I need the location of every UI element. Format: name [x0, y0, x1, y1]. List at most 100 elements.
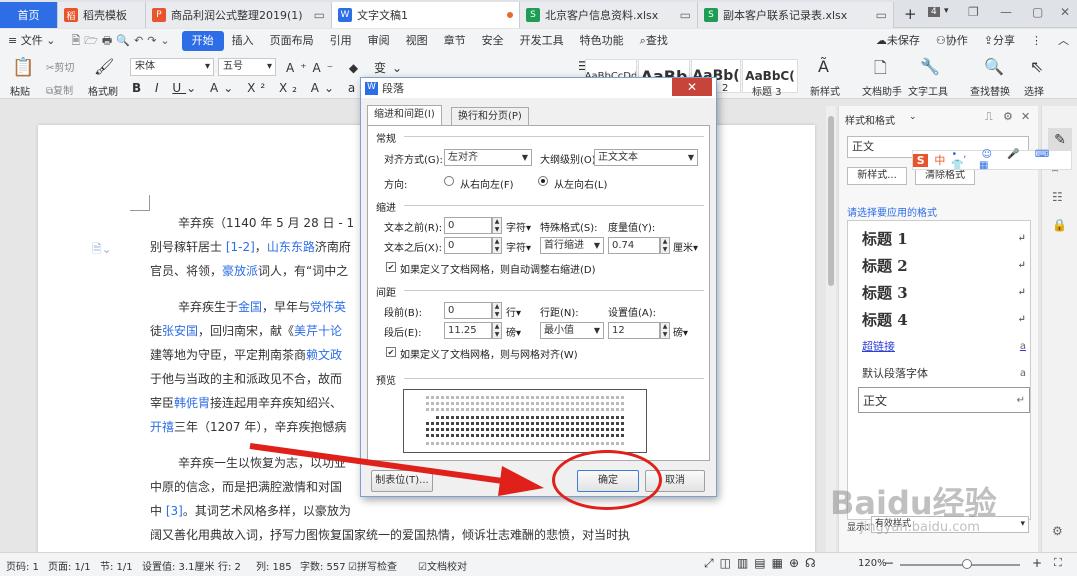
pin-icon[interactable]: ⎍	[985, 110, 993, 124]
zoom-slider-thumb[interactable]	[962, 559, 972, 569]
format-painter-icon[interactable]: 🖌	[94, 57, 114, 76]
minimize-icon[interactable]: —	[1000, 5, 1012, 19]
share-button[interactable]: ⇪分享	[976, 31, 1023, 51]
menu-chapter[interactable]: 章节	[436, 31, 474, 51]
unit-char[interactable]: 字符▾	[506, 219, 531, 234]
scrollbar-thumb[interactable]	[828, 116, 834, 286]
doc-link[interactable]: [1-2]	[226, 240, 255, 254]
tab-profit-formula[interactable]: P 商品利润公式整理2019(1) ▭	[146, 2, 332, 28]
doc-link[interactable]: 韩侂胄	[174, 396, 210, 410]
more-icon[interactable]: ⋮	[1023, 31, 1050, 51]
unit-char[interactable]: 字符▾	[506, 239, 531, 254]
status-page[interactable]: 页码: 1	[6, 558, 39, 573]
doc-assistant-button[interactable]: 文档助手	[862, 83, 902, 98]
before-input[interactable]: 0	[444, 302, 492, 319]
spinner-icon[interactable]: ▲ ▼	[660, 322, 670, 339]
unit-pt[interactable]: 磅▾	[506, 324, 521, 339]
view-mode-icons[interactable]: ⤢◫▥▤▦⊕☊	[704, 556, 822, 571]
tab-beijing-clients[interactable]: S 北京客户信息资料.xlsx ▭	[520, 2, 698, 28]
spinner-icon[interactable]: ▲ ▼	[660, 237, 670, 254]
menu-features[interactable]: 特色功能	[572, 31, 632, 51]
new-style-icon[interactable]: Ã	[818, 57, 829, 76]
ltr-radio[interactable]	[538, 176, 548, 186]
zoom-slider[interactable]	[900, 564, 1020, 566]
doc-link[interactable]: 豪放派	[222, 264, 258, 278]
style-item-heading4[interactable]: 标题 4 ↵	[858, 306, 1030, 332]
special-select[interactable]: 首行缩进 ▼	[540, 237, 604, 254]
zoom-out-icon[interactable]: −	[884, 556, 894, 570]
fullscreen-icon[interactable]: ⛶	[1054, 556, 1062, 570]
menu-view[interactable]: 视图	[398, 31, 436, 51]
tab-count-badge[interactable]: 4	[928, 7, 940, 17]
tab-contact-records[interactable]: S 副本客户联系记录表.xlsx ▭	[698, 2, 894, 28]
cursor-icon[interactable]: ⇖	[1030, 57, 1043, 76]
align-select[interactable]: 左对齐 ▼	[444, 149, 532, 166]
style-item-normal[interactable]: 正文 ↵	[858, 387, 1030, 413]
font-family-select[interactable]: 宋体 ▾	[130, 58, 214, 76]
style-item-heading1[interactable]: 标题 1 ↵	[858, 225, 1030, 251]
menu-review[interactable]: 审阅	[360, 31, 398, 51]
menu-security[interactable]: 安全	[474, 31, 512, 51]
unsaved-button[interactable]: ☁未保存	[868, 31, 928, 51]
after-input[interactable]: 11.25	[444, 322, 492, 339]
close-icon[interactable]: ✕	[1060, 5, 1070, 19]
new-tab-button[interactable]: +	[904, 5, 917, 23]
dialog-close-button[interactable]: ✕	[672, 78, 712, 96]
paragraph-handle-icon[interactable]: 🗎⌄	[92, 240, 112, 261]
status-pages[interactable]: 页面: 1/1	[48, 558, 91, 573]
chevron-down-icon[interactable]: ▾	[944, 6, 949, 16]
menu-developer[interactable]: 开发工具	[512, 31, 572, 51]
status-row[interactable]: 行: 2	[218, 558, 241, 573]
after-text-input[interactable]: 0	[444, 237, 492, 254]
find-replace-button[interactable]: 查找替换	[970, 83, 1010, 98]
cut-button[interactable]: ✂剪切	[46, 59, 74, 74]
measure-input[interactable]: 0.74	[608, 237, 660, 254]
menu-file[interactable]: 文件	[21, 34, 43, 47]
doc-link[interactable]: 金国	[238, 300, 262, 314]
doc-link[interactable]: 山东东路	[267, 240, 315, 254]
wrench-icon[interactable]: 🔧	[920, 57, 940, 76]
doc-link[interactable]: 赖文政	[306, 348, 342, 362]
hamburger-icon[interactable]: ≡ 文件 ⌄	[0, 31, 63, 51]
unit-cm[interactable]: 厘米▾	[673, 239, 698, 254]
new-style-button[interactable]: 新样式	[810, 83, 840, 98]
collapse-ribbon-icon[interactable]: ︿	[1050, 31, 1077, 51]
font-size-select[interactable]: 五号 ▾	[218, 58, 276, 76]
window-icon[interactable]: ▭	[680, 8, 691, 22]
copy-button[interactable]: ⧉复制	[46, 82, 73, 97]
sidebar-tool-icon[interactable]: ⚙	[1052, 524, 1063, 538]
paste-button[interactable]: 粘贴	[10, 83, 30, 98]
zoom-in-icon[interactable]: +	[1032, 556, 1042, 570]
status-section[interactable]: 节: 1/1	[100, 558, 133, 573]
style-item-heading3[interactable]: 标题 3 ↵	[858, 279, 1030, 305]
doc-link[interactable]: 开禧	[150, 420, 174, 434]
doc-link[interactable]: 张安国	[162, 324, 198, 338]
tab-writer-doc1[interactable]: W 文字文稿1	[332, 2, 520, 28]
menu-home[interactable]: 开始	[181, 31, 224, 51]
close-icon[interactable]: ✕	[1021, 110, 1030, 123]
tab-line-page-breaks[interactable]: 换行和分页(P)	[451, 107, 529, 125]
doc-link[interactable]: 美芹十论	[294, 324, 342, 338]
status-words[interactable]: 字数: 557	[300, 558, 346, 573]
window-icon[interactable]: ▭	[314, 8, 325, 22]
spell-check-button[interactable]: ☑拼写检查	[348, 558, 397, 573]
new-style-button[interactable]: 新样式...	[847, 167, 907, 185]
select-button[interactable]: 选择	[1024, 83, 1044, 98]
spinner-icon[interactable]: ▲ ▼	[492, 322, 502, 339]
chevron-down-icon[interactable]: ⌄	[909, 112, 917, 122]
settings-icon[interactable]: ⚙	[1003, 110, 1013, 123]
collab-button[interactable]: ⚇协作	[928, 31, 976, 51]
font-grow-shrink-icons[interactable]: A⁺A⁻ ◆ 变⌄	[286, 59, 408, 76]
grid-align-checkbox[interactable]: ✔	[386, 347, 396, 357]
tab-home[interactable]: 首页	[0, 2, 58, 28]
doc-link[interactable]: [3]	[166, 504, 183, 518]
lock-icon[interactable]: 🔒	[1052, 218, 1067, 232]
dialog-titlebar[interactable]: W 段落	[361, 78, 716, 98]
format-painter-button[interactable]: 格式刷	[88, 83, 118, 98]
outline-select[interactable]: 正文文本 ▼	[594, 149, 698, 166]
status-col[interactable]: 列: 185	[256, 558, 292, 573]
menu-layout[interactable]: 页面布局	[262, 31, 322, 51]
status-setting[interactable]: 设置值: 3.1厘米	[142, 558, 214, 573]
spinner-icon[interactable]: ▲ ▼	[492, 237, 502, 254]
unit-pt[interactable]: 磅▾	[673, 324, 688, 339]
